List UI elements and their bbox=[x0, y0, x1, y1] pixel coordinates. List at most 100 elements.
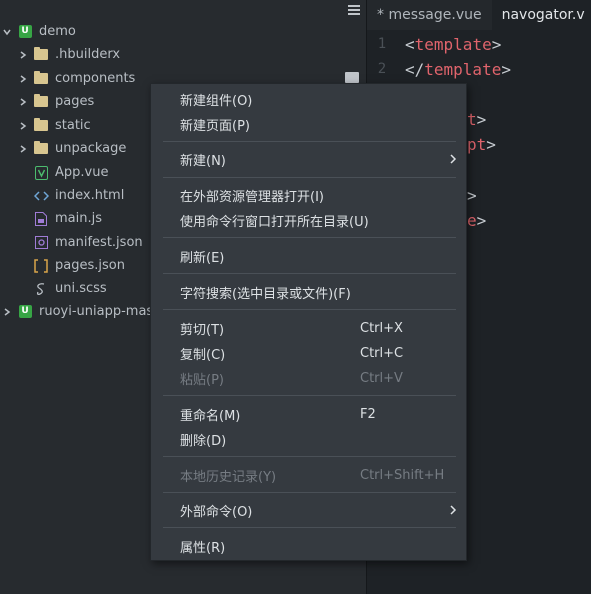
menu-item-open-in-explorer[interactable]: 在外部资源管理器打开(I) bbox=[151, 183, 466, 207]
chevron-right-icon[interactable] bbox=[16, 48, 30, 62]
code-token: pt bbox=[467, 134, 487, 154]
menu-item-properties[interactable]: 属性(R) bbox=[151, 534, 466, 558]
code-token: </ bbox=[405, 59, 425, 79]
tree-item-label: App.vue bbox=[55, 165, 109, 180]
menu-item-new-page[interactable]: 新建页面(P) bbox=[151, 112, 466, 136]
chevron-right-icon[interactable] bbox=[16, 72, 30, 86]
tree-item-hbuilderx[interactable]: .hbuilderx bbox=[0, 43, 366, 66]
menu-item-label: 刷新(E) bbox=[180, 250, 225, 266]
code-token: > bbox=[486, 134, 496, 154]
code-token: > bbox=[501, 59, 511, 79]
shortcut-label: Ctrl+Shift+H bbox=[360, 467, 445, 483]
shortcut-label: Ctrl+C bbox=[360, 345, 404, 361]
chevron-right-icon[interactable] bbox=[16, 95, 30, 109]
tree-item-label: main.js bbox=[55, 211, 102, 226]
code-token: > bbox=[476, 210, 487, 230]
line-number: 2 bbox=[377, 61, 387, 77]
menu-item-label: 本地历史记录(Y) bbox=[180, 469, 277, 485]
submenu-arrow-icon bbox=[450, 505, 457, 515]
shortcut-label: Ctrl+V bbox=[360, 370, 403, 386]
folder-icon bbox=[33, 94, 49, 110]
code-token: > bbox=[476, 109, 487, 129]
scss-file-icon bbox=[33, 281, 49, 297]
code-line-partial: t > bbox=[467, 107, 486, 131]
code-line-1[interactable]: 1 < template > bbox=[367, 32, 502, 56]
project-icon: U bbox=[17, 24, 33, 40]
menu-item-label: 使用命令行窗口打开所在目录(U) bbox=[180, 214, 369, 230]
tab-navogator-vue[interactable]: navogator.v bbox=[491, 0, 591, 30]
project-icon: U bbox=[17, 304, 33, 320]
code-token: t bbox=[467, 109, 477, 129]
chevron-right-icon[interactable] bbox=[16, 142, 30, 156]
menu-item-label: 新建(N) bbox=[180, 153, 226, 169]
line-number: 1 bbox=[377, 36, 387, 52]
folder-icon bbox=[33, 71, 49, 87]
tree-item-demo[interactable]: U demo bbox=[0, 20, 366, 43]
menu-item-copy[interactable]: 复制(C) Ctrl+C bbox=[151, 341, 466, 365]
chevron-right-icon[interactable] bbox=[16, 119, 30, 133]
tab-label: navogator.v bbox=[501, 7, 585, 23]
menu-item-label: 字符搜索(选中目录或文件)(F) bbox=[180, 286, 351, 302]
code-token: > bbox=[467, 185, 477, 205]
shortcut-label: F2 bbox=[360, 406, 376, 422]
menu-separator bbox=[163, 492, 456, 493]
context-menu: 新建组件(O) 新建页面(P) 新建(N) 在外部资源管理器打开(I) 使用命令… bbox=[150, 83, 467, 561]
menu-item-label: 剪切(T) bbox=[180, 322, 225, 338]
tree-item-label: ruoyi-uniapp-maste bbox=[39, 304, 167, 319]
menu-item-new-component[interactable]: 新建组件(O) bbox=[151, 87, 466, 111]
tree-item-label: index.html bbox=[55, 188, 125, 203]
menu-item-rename[interactable]: 重命名(M) F2 bbox=[151, 402, 466, 426]
html-file-icon bbox=[33, 188, 49, 204]
chevron-right-icon[interactable] bbox=[0, 305, 14, 319]
submenu-arrow-icon bbox=[450, 154, 457, 164]
manifest-file-icon bbox=[33, 235, 49, 251]
menu-item-label: 新建组件(O) bbox=[180, 93, 253, 109]
menu-item-label: 复制(C) bbox=[180, 347, 226, 363]
menu-item-label: 属性(R) bbox=[180, 540, 226, 556]
menu-item-local-history: 本地历史记录(Y) Ctrl+Shift+H bbox=[151, 463, 466, 487]
menu-separator bbox=[163, 456, 456, 457]
code-token: e bbox=[467, 210, 477, 230]
folder-icon bbox=[33, 118, 49, 134]
code-line-partial: > bbox=[467, 183, 477, 207]
menu-item-open-terminal[interactable]: 使用命令行窗口打开所在目录(U) bbox=[151, 208, 466, 232]
menu-item-delete[interactable]: 删除(D) bbox=[151, 427, 466, 451]
code-line-2[interactable]: 2 </template > bbox=[367, 57, 511, 81]
code-line-partial: e > bbox=[467, 208, 486, 232]
tree-item-label: unpackage bbox=[55, 141, 127, 156]
tree-item-label: manifest.json bbox=[55, 235, 143, 250]
menu-item-label: 重命名(M) bbox=[180, 408, 241, 424]
menu-item-refresh[interactable]: 刷新(E) bbox=[151, 244, 466, 268]
menu-icon[interactable] bbox=[348, 5, 360, 15]
tab-message-vue[interactable]: * message.vue bbox=[367, 0, 492, 30]
tree-item-label: pages.json bbox=[55, 258, 125, 273]
editor-tab-bar: * message.vue navogator.v bbox=[367, 0, 591, 30]
menu-item-label: 在外部资源管理器打开(I) bbox=[180, 189, 324, 205]
menu-item-label: 删除(D) bbox=[180, 433, 227, 449]
tree-item-label: demo bbox=[39, 24, 76, 39]
menu-separator bbox=[163, 237, 456, 238]
menu-item-external-commands[interactable]: 外部命令(O) bbox=[151, 498, 466, 522]
menu-separator bbox=[163, 177, 456, 178]
code-line-partial: pt > bbox=[467, 132, 496, 156]
tree-item-label: uni.scss bbox=[55, 281, 107, 296]
chevron-down-icon[interactable] bbox=[0, 25, 14, 39]
vue-file-icon bbox=[33, 165, 49, 181]
folder-icon bbox=[33, 47, 49, 63]
folder-icon bbox=[33, 141, 49, 157]
code-token: < bbox=[405, 34, 415, 54]
menu-item-new[interactable]: 新建(N) bbox=[151, 147, 466, 171]
menu-item-search[interactable]: 字符搜索(选中目录或文件)(F) bbox=[151, 280, 466, 304]
js-file-icon bbox=[33, 211, 49, 227]
tree-item-label: .hbuilderx bbox=[55, 47, 121, 62]
open-folder-icon[interactable] bbox=[345, 72, 359, 83]
menu-item-cut[interactable]: 剪切(T) Ctrl+X bbox=[151, 316, 466, 340]
menu-separator bbox=[163, 141, 456, 142]
json-file-icon bbox=[33, 258, 49, 274]
code-token: template bbox=[424, 59, 502, 79]
menu-separator bbox=[163, 309, 456, 310]
menu-separator bbox=[163, 273, 456, 274]
code-token: > bbox=[491, 34, 502, 54]
tree-item-label: static bbox=[55, 118, 91, 133]
menu-separator bbox=[163, 527, 456, 528]
